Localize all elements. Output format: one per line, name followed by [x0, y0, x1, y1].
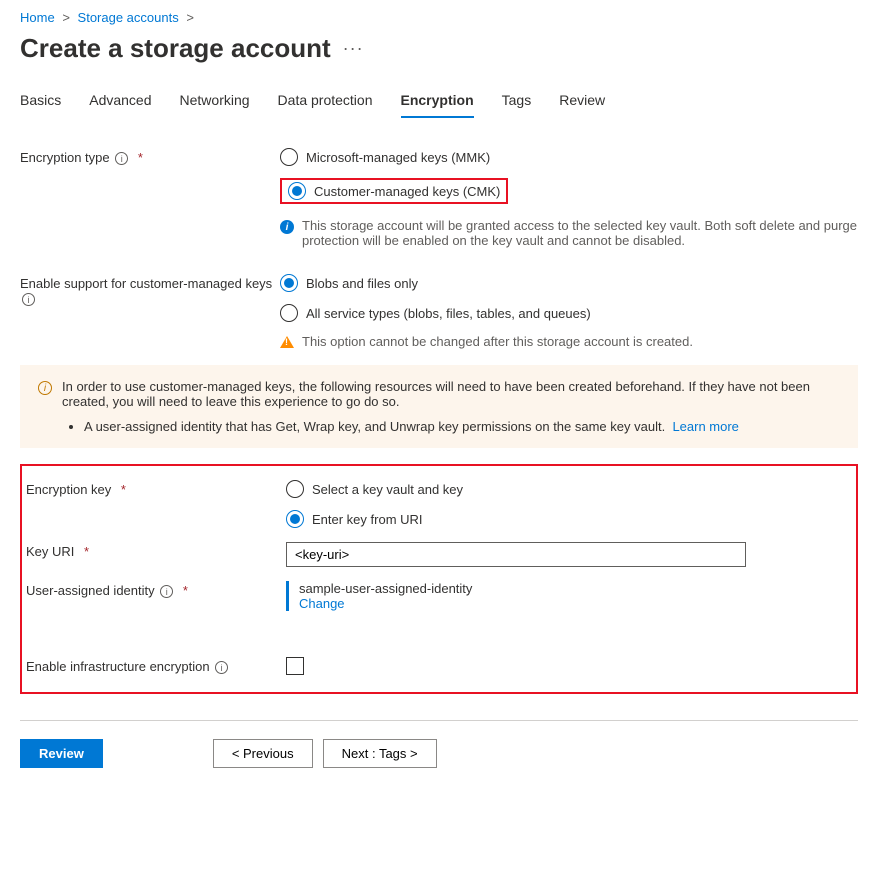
radio-icon — [280, 148, 298, 166]
tab-review[interactable]: Review — [559, 92, 605, 118]
chevron-right-icon: > — [62, 10, 70, 25]
tab-tags[interactable]: Tags — [502, 92, 532, 118]
radio-icon — [280, 274, 298, 292]
radio-mmk-label: Microsoft-managed keys (MMK) — [306, 150, 490, 165]
review-button[interactable]: Review — [20, 739, 103, 768]
tab-advanced[interactable]: Advanced — [89, 92, 151, 118]
prerequisite-notice: i In order to use customer-managed keys,… — [20, 365, 858, 448]
radio-cmk-label: Customer-managed keys (CMK) — [314, 184, 500, 199]
info-icon: i — [38, 381, 52, 395]
radio-icon — [288, 182, 306, 200]
no-change-warning: This option cannot be changed after this… — [302, 334, 693, 349]
radio-enter-uri[interactable]: Enter key from URI — [286, 510, 842, 528]
key-uri-label: Key URI * — [26, 542, 286, 559]
info-icon: i — [280, 220, 294, 234]
identity-value: sample-user-assigned-identity — [299, 581, 842, 596]
radio-icon — [286, 510, 304, 528]
encryption-type-label: Encryption type i * — [20, 148, 280, 165]
radio-select-keyvault-label: Select a key vault and key — [312, 482, 463, 497]
footer-separator — [20, 720, 858, 721]
infra-encrypt-label: Enable infrastructure encryption i — [26, 657, 286, 674]
cmk-helper-text: This storage account will be granted acc… — [302, 218, 858, 248]
more-actions-icon[interactable]: ··· — [343, 38, 364, 59]
required-indicator: * — [84, 544, 89, 559]
info-icon[interactable]: i — [215, 661, 228, 674]
required-indicator: * — [183, 583, 188, 598]
page-title: Create a storage account — [20, 33, 331, 64]
warning-icon — [280, 336, 294, 348]
enable-cmk-label: Enable support for customer-managed keys… — [20, 274, 280, 306]
tab-basics[interactable]: Basics — [20, 92, 61, 118]
required-indicator: * — [121, 482, 126, 497]
footer-buttons: Review < Previous Next : Tags > — [20, 739, 858, 768]
notice-main-text: In order to use customer-managed keys, t… — [62, 379, 840, 409]
radio-icon — [280, 304, 298, 322]
previous-button[interactable]: < Previous — [213, 739, 313, 768]
tab-encryption[interactable]: Encryption — [401, 92, 474, 118]
radio-select-keyvault[interactable]: Select a key vault and key — [286, 480, 842, 498]
tab-data-protection[interactable]: Data protection — [278, 92, 373, 118]
radio-enter-uri-label: Enter key from URI — [312, 512, 423, 527]
next-button[interactable]: Next : Tags > — [323, 739, 437, 768]
radio-cmk[interactable]: Customer-managed keys (CMK) — [288, 182, 500, 200]
infra-encrypt-checkbox[interactable] — [286, 657, 304, 675]
radio-blobs-files[interactable]: Blobs and files only — [280, 274, 858, 292]
radio-icon — [286, 480, 304, 498]
radio-all-services[interactable]: All service types (blobs, files, tables,… — [280, 304, 858, 322]
breadcrumb: Home > Storage accounts > — [20, 10, 858, 25]
radio-blobs-files-label: Blobs and files only — [306, 276, 418, 291]
info-icon[interactable]: i — [115, 152, 128, 165]
change-identity-link[interactable]: Change — [299, 596, 345, 611]
breadcrumb-home[interactable]: Home — [20, 10, 55, 25]
learn-more-link[interactable]: Learn more — [672, 419, 738, 434]
info-icon[interactable]: i — [160, 585, 173, 598]
radio-all-services-label: All service types (blobs, files, tables,… — [306, 306, 591, 321]
tab-bar: Basics Advanced Networking Data protecti… — [20, 92, 858, 118]
notice-bullet: A user-assigned identity that has Get, W… — [84, 419, 840, 434]
chevron-right-icon: > — [186, 10, 194, 25]
radio-mmk[interactable]: Microsoft-managed keys (MMK) — [280, 148, 858, 166]
key-uri-input[interactable] — [286, 542, 746, 567]
encryption-key-label: Encryption key * — [26, 480, 286, 497]
required-indicator: * — [138, 150, 143, 165]
breadcrumb-storage-accounts[interactable]: Storage accounts — [78, 10, 179, 25]
info-icon[interactable]: i — [22, 293, 35, 306]
tab-networking[interactable]: Networking — [180, 92, 250, 118]
user-identity-label: User-assigned identity i * — [26, 581, 286, 598]
